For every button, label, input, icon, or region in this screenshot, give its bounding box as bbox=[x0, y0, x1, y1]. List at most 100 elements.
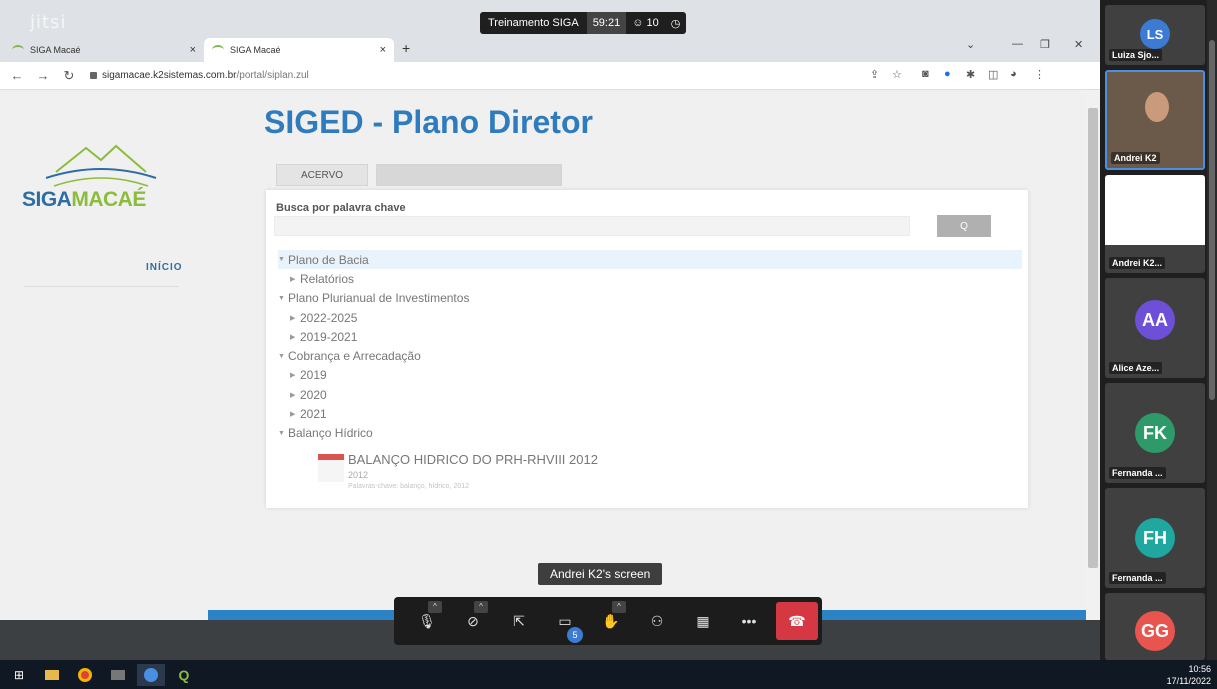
avatar: AA bbox=[1135, 300, 1175, 340]
tree-node[interactable]: ▶ 2022-2025 bbox=[278, 308, 1022, 327]
windows-start-icon[interactable]: ⊞ bbox=[5, 664, 33, 686]
tab-search-icon[interactable]: ⌄ bbox=[966, 38, 975, 51]
chat-icon: ▭ bbox=[558, 612, 572, 629]
participant-tile[interactable]: FH Fernanda ... bbox=[1105, 488, 1205, 588]
tab-label: SIGA Macaé bbox=[230, 45, 281, 55]
avatar: GG bbox=[1135, 611, 1175, 651]
triangle-right-icon[interactable]: ▶ bbox=[290, 314, 300, 322]
camera-button[interactable]: ⊘ ^ bbox=[450, 601, 496, 641]
address-bar: ← → ↻ sigamacae.k2sistemas.com.br/portal… bbox=[0, 62, 1100, 90]
tab-label: SIGA Macaé bbox=[30, 45, 81, 55]
participant-tile[interactable]: Andrei K2 bbox=[1105, 70, 1205, 170]
participant-count[interactable]: ☺ 10 bbox=[626, 17, 664, 29]
app-icon[interactable] bbox=[104, 664, 132, 686]
document-year: 2012 bbox=[348, 470, 369, 480]
minimize-button[interactable]: — bbox=[1012, 38, 1023, 50]
tree-node[interactable]: ▶ 2021 bbox=[278, 404, 1022, 423]
web-page: SIGAMACAÉ INÍCIO SIGED - Plano Diretor A… bbox=[0, 90, 1100, 620]
chat-unread-badge: 5 bbox=[567, 627, 583, 643]
extension-icon[interactable]: ● bbox=[944, 68, 951, 80]
tree-node[interactable]: ▼ Plano Plurianual de Investimentos bbox=[278, 289, 1022, 308]
chrome-icon[interactable] bbox=[71, 664, 99, 686]
chevron-up-icon[interactable]: ^ bbox=[474, 601, 488, 613]
camera-icon[interactable]: ◙ bbox=[922, 68, 929, 80]
participant-tile[interactable]: FK Fernanda ... bbox=[1105, 383, 1205, 483]
bookmark-star-icon[interactable]: ☆ bbox=[892, 68, 902, 81]
more-dots-icon: ••• bbox=[741, 613, 757, 629]
close-window-button[interactable]: ✕ bbox=[1074, 38, 1083, 51]
tree-node[interactable]: ▶ 2019 bbox=[278, 366, 1022, 385]
document-tree: ▼ Plano de Bacia ▶ Relatórios ▼ Plano Plurian… bbox=[278, 250, 1022, 443]
puzzle-icon[interactable]: ✱ bbox=[966, 68, 975, 81]
profile-avatar-icon[interactable]: ◕ bbox=[1010, 68, 1017, 80]
more-menu-icon[interactable]: ⋮ bbox=[1034, 68, 1045, 81]
browser-tab-2[interactable]: SIGA Macaé × bbox=[204, 38, 394, 62]
mic-off-icon: 🎙 bbox=[418, 612, 436, 629]
page-scrollbar[interactable] bbox=[1086, 90, 1100, 620]
search-input[interactable] bbox=[274, 216, 910, 236]
chevron-up-icon[interactable]: ^ bbox=[612, 601, 626, 613]
hangup-button[interactable]: ☎ bbox=[776, 602, 818, 640]
share-icon[interactable]: ⇪ bbox=[870, 68, 879, 81]
triangle-right-icon[interactable]: ▶ bbox=[290, 410, 300, 418]
raise-hand-button[interactable]: ✋ ^ bbox=[588, 601, 634, 641]
share-screen-button[interactable]: ⇱ bbox=[496, 601, 542, 641]
reload-icon[interactable]: ↻ bbox=[60, 68, 78, 84]
scrollbar-thumb[interactable] bbox=[1088, 108, 1098, 568]
tab-acervo[interactable]: ACERVO bbox=[276, 164, 369, 186]
browser-tab-1[interactable]: SIGA Macaé × bbox=[4, 38, 204, 62]
filmstrip-scrollbar[interactable] bbox=[1207, 0, 1217, 660]
sidepanel-icon[interactable]: ◫ bbox=[988, 68, 998, 81]
close-tab-icon[interactable]: × bbox=[190, 44, 196, 56]
triangle-right-icon[interactable]: ▶ bbox=[290, 371, 300, 379]
tile-view-button[interactable]: ▦ bbox=[680, 601, 726, 641]
qgis-icon[interactable]: Q bbox=[170, 664, 198, 686]
triangle-right-icon[interactable]: ▶ bbox=[290, 275, 300, 283]
content-tabs: ACERVO CONTEÚDO DO MACAÉ bbox=[276, 164, 563, 186]
tree-node[interactable]: ▶ 2020 bbox=[278, 385, 1022, 404]
mute-button[interactable]: 🎙 ^ bbox=[404, 601, 450, 641]
document-item[interactable]: BALANÇO HIDRICO DO PRH-RHVIII 2012 2012 … bbox=[318, 452, 658, 500]
participant-name: Andrei K2... bbox=[1109, 257, 1166, 269]
tab-conteudo[interactable]: CONTEÚDO DO MACAÉ bbox=[376, 164, 563, 186]
search-button[interactable]: Q bbox=[937, 215, 991, 237]
close-tab-icon[interactable]: × bbox=[380, 44, 386, 56]
forward-icon[interactable]: → bbox=[34, 68, 52, 83]
triangle-right-icon[interactable]: ▶ bbox=[290, 333, 300, 341]
nav-inicio[interactable]: INÍCIO bbox=[146, 262, 183, 273]
scrollbar-thumb[interactable] bbox=[1209, 40, 1215, 400]
tree-node[interactable]: ▼ Plano de Bacia bbox=[278, 250, 1022, 270]
camera-off-icon: ⊘ bbox=[467, 612, 479, 629]
browser-icon[interactable] bbox=[137, 663, 165, 686]
back-icon[interactable]: ← bbox=[8, 68, 26, 83]
tree-node-label: 2022-2025 bbox=[300, 310, 358, 325]
search-icon: Q bbox=[960, 220, 968, 232]
participant-filmstrip: LS Luiza Sjo... Andrei K2 Andrei K2... A… bbox=[1100, 0, 1217, 660]
participant-tile[interactable]: GG bbox=[1105, 593, 1205, 660]
meeting-timer: 59:21 bbox=[586, 12, 627, 34]
triangle-down-icon[interactable]: ▼ bbox=[278, 430, 288, 437]
meeting-toolbar: 🎙 ^ ⊘ ^ ⇱ ▭ 5 ✋ ^ ⚇ ▦ ••• ☎ bbox=[394, 597, 822, 645]
system-clock[interactable]: 10:56 17/11/2022 bbox=[1167, 663, 1211, 687]
triangle-down-icon[interactable]: ▼ bbox=[278, 353, 288, 360]
chat-button[interactable]: ▭ 5 bbox=[542, 601, 588, 643]
avatar: FH bbox=[1135, 518, 1175, 558]
triangle-down-icon[interactable]: ▼ bbox=[278, 295, 288, 302]
file-explorer-icon[interactable] bbox=[38, 664, 66, 686]
tree-node[interactable]: ▼ Balanço Hídrico bbox=[278, 424, 1022, 443]
tree-node[interactable]: ▶ Relatórios bbox=[278, 269, 1022, 288]
more-actions-button[interactable]: ••• bbox=[726, 601, 772, 641]
participants-button[interactable]: ⚇ bbox=[634, 601, 680, 641]
restore-button[interactable]: ❐ bbox=[1040, 38, 1050, 51]
participant-tile[interactable]: Andrei K2... bbox=[1105, 175, 1205, 273]
tree-node[interactable]: ▼ Cobrança e Arrecadação bbox=[278, 346, 1022, 365]
url-field[interactable]: sigamacae.k2sistemas.com.br/portal/sipla… bbox=[90, 70, 309, 81]
tree-node[interactable]: ▶ 2019-2021 bbox=[278, 327, 1022, 346]
connection-quality-icon[interactable]: ◷ bbox=[665, 17, 687, 30]
new-tab-button[interactable]: + bbox=[402, 40, 410, 56]
chevron-up-icon[interactable]: ^ bbox=[428, 601, 442, 613]
participant-tile[interactable]: LS Luiza Sjo... bbox=[1105, 5, 1205, 65]
participant-tile[interactable]: AA Alice Aze... bbox=[1105, 278, 1205, 378]
triangle-right-icon[interactable]: ▶ bbox=[290, 391, 300, 399]
triangle-down-icon[interactable]: ▼ bbox=[278, 256, 288, 263]
